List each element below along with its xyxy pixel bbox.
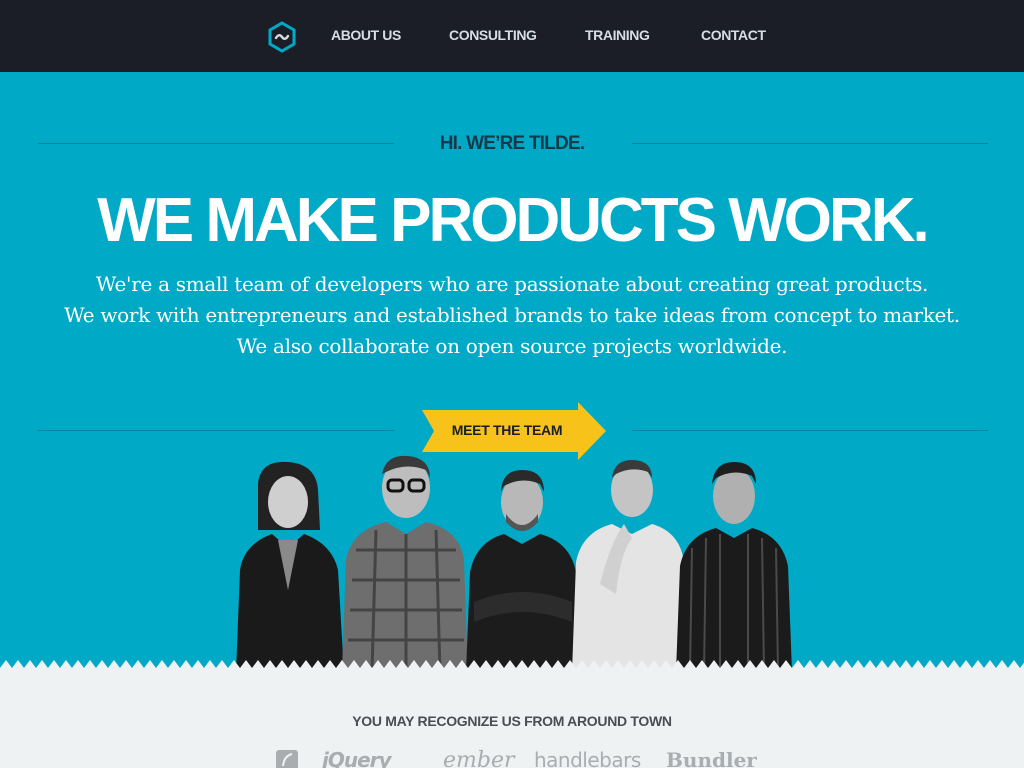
intro-text: HI. WE’RE TILDE. [439,133,585,154]
team-photo [228,448,800,672]
team-member-5 [676,462,792,672]
handlebars-logo: handlebars [534,748,641,768]
ember-logo: ember [443,748,515,768]
hero-section: HI. WE’RE TILDE. WE MAKE PRODUCTS WORK. … [0,72,1024,672]
meet-the-team-label: MEET THE TEAM [451,422,563,438]
description-line-1: We're a small team of developers who are… [95,272,929,296]
jquery-logo: jQuery [322,748,392,768]
nav-training[interactable]: TRAINING [585,27,650,43]
team-member-2 [342,455,468,672]
team-member-1 [236,461,344,672]
hero-description: We're a small team of developers who are… [0,269,1024,362]
nav-contact[interactable]: CONTACT [701,27,766,43]
rails-logo-icon [276,750,298,768]
description-line-2: We work with entrepreneurs and establish… [64,303,960,327]
bundler-logo: Bundler [666,748,757,768]
tilde-logo-icon[interactable] [267,21,297,53]
team-member-4 [572,460,686,672]
team-member-3 [466,470,580,672]
description-line-3: We also collaborate on open source proje… [236,334,788,358]
client-logos: jQuery ember handlebars Bundler [0,748,1024,768]
divider-left-lower [38,430,394,431]
recognize-section: YOU MAY RECOGNIZE US FROM AROUND TOWN jQ… [0,672,1024,768]
top-nav: ABOUT US CONSULTING TRAINING CONTACT [0,0,1024,72]
nav-consulting[interactable]: CONSULTING [449,27,537,43]
page-headline: WE MAKE PRODUCTS WORK. [97,186,930,255]
divider-right-lower [632,430,988,431]
recognize-heading: YOU MAY RECOGNIZE US FROM AROUND TOWN [352,713,672,729]
nav-about-us[interactable]: ABOUT US [331,27,401,43]
